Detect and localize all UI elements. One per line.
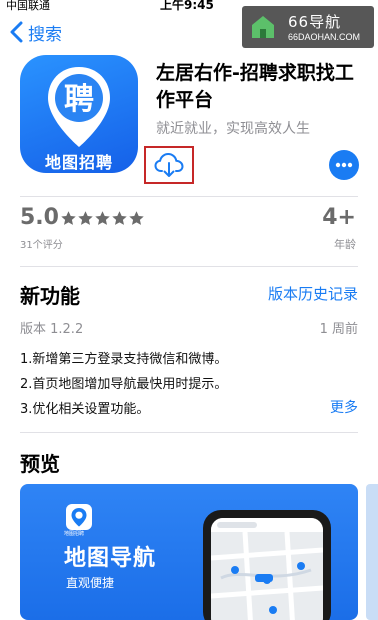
- preview-screenshot-next[interactable]: [366, 484, 378, 620]
- star-icon: [61, 211, 76, 225]
- status-time: 上午9:45: [160, 0, 214, 12]
- version-history-link[interactable]: 版本历史记录: [268, 283, 358, 304]
- star-icon: [95, 211, 110, 225]
- star-icon: [78, 211, 93, 225]
- map-icon: [211, 518, 323, 620]
- age-rating-label: 年龄: [334, 238, 356, 251]
- carrier-label: 中国联通: [6, 0, 50, 12]
- star-icon: [129, 211, 144, 225]
- app-icon: 聘 地图招聘: [20, 55, 138, 173]
- age-rating-value: 4+: [322, 205, 356, 230]
- chevron-left-icon: [10, 21, 23, 43]
- release-notes: 1.新增第三方登录支持微信和微博。 2.首页地图增加导航最快用时提示。 3.优化…: [20, 347, 227, 422]
- back-label: 搜索: [28, 24, 62, 45]
- app-subtitle: 就近就业，实现高效人生: [156, 121, 310, 137]
- release-note-line: 2.首页地图增加导航最快用时提示。: [20, 377, 228, 392]
- release-note-line: 3.优化相关设置功能。: [20, 402, 150, 417]
- preview-logo-label: 地图招聘: [64, 531, 85, 537]
- map-pin-icon: 聘: [48, 67, 110, 147]
- star-icon: [112, 211, 127, 225]
- divider: [20, 196, 358, 197]
- app-icon-label: 地图招聘: [44, 153, 113, 172]
- version-label: 版本 1.2.2: [20, 322, 84, 337]
- back-button[interactable]: 搜索: [8, 18, 62, 46]
- ellipsis-icon: [335, 162, 353, 168]
- release-note-line: 1.新增第三方登录支持微信和微博。: [20, 352, 228, 367]
- icon-glyph: 聘: [64, 82, 94, 117]
- rating-value: 5.0: [20, 205, 59, 230]
- watermark: 66导航 66DAOHAN.COM: [242, 6, 374, 48]
- rating-count: 31个评分: [20, 240, 63, 251]
- watermark-title: 66导航: [288, 13, 342, 31]
- rating-stars: [60, 210, 145, 231]
- house-logo-icon: [252, 16, 274, 38]
- ratings-section: 5.0 31个评分 4+ 年龄: [20, 205, 358, 255]
- divider: [20, 266, 358, 267]
- divider: [20, 432, 358, 433]
- phone-map-screen: [211, 518, 323, 620]
- more-options-button[interactable]: [329, 150, 359, 180]
- cloud-download-icon: [154, 152, 184, 177]
- preview-screenshot[interactable]: 地图招聘 地图导航 直观便捷: [20, 484, 358, 620]
- preview-heading-text: 地图导航: [64, 546, 157, 571]
- version-date: 1 周前: [319, 322, 358, 337]
- more-link[interactable]: 更多: [330, 397, 358, 417]
- watermark-subtitle: 66DAOHAN.COM: [288, 32, 361, 42]
- preview-heading: 预览: [20, 452, 60, 476]
- download-button[interactable]: [144, 146, 194, 184]
- phone-mockup: [203, 510, 331, 620]
- preview-subheading-text: 直观便捷: [66, 576, 115, 590]
- whats-new-heading: 新功能: [20, 284, 80, 308]
- app-title: 左居右作-招聘求职找工作平台: [156, 62, 354, 111]
- preview-logo-icon: [66, 504, 92, 530]
